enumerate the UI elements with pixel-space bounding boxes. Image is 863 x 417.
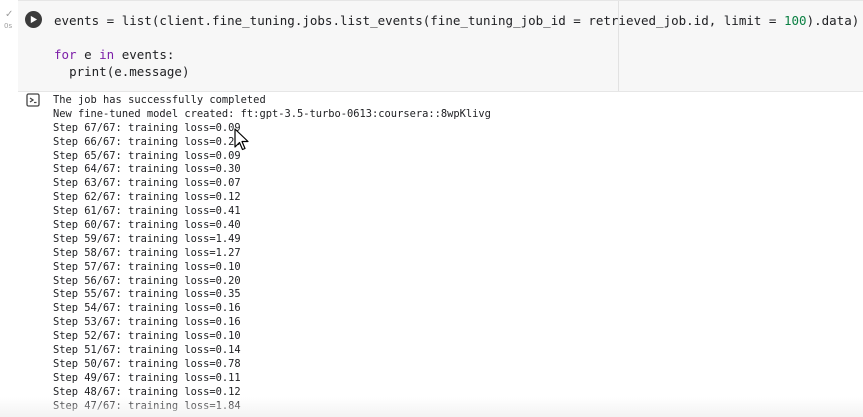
output-line: Step 55/67: training loss=0.35	[53, 288, 241, 301]
output-line: Step 54/67: training loss=0.16	[53, 302, 241, 315]
output-line: Step 66/67: training loss=0.24	[53, 135, 241, 148]
output-line: The job has successfully completed	[53, 94, 266, 106]
output-line: Step 59/67: training loss=1.49	[53, 232, 241, 245]
mouse-cursor-icon	[234, 128, 249, 151]
output-line: Step 58/67: training loss=1.27	[53, 246, 241, 259]
run-cell-button[interactable]	[25, 11, 42, 28]
cell-output: The job has successfully completed New fi…	[53, 94, 853, 413]
output-line: Step 49/67: training loss=0.11	[53, 371, 241, 384]
output-line: Step 67/67: training loss=0.09	[53, 121, 241, 134]
output-line: Step 61/67: training loss=0.41	[53, 205, 241, 218]
code-editor[interactable]: events = list(client.fine_tuning.jobs.li…	[54, 12, 859, 80]
output-icon[interactable]	[26, 93, 40, 107]
output-line: Step 52/67: training loss=0.10	[53, 330, 241, 343]
output-line: Step 65/67: training loss=0.09	[53, 149, 241, 162]
cell-gutter: ✓ 0s	[0, 0, 18, 417]
output-line: Step 51/67: training loss=0.14	[53, 344, 241, 357]
code-line-3: print(e.message)	[69, 64, 190, 79]
output-line: Step 60/67: training loss=0.40	[53, 219, 241, 232]
output-line: Step 50/67: training loss=0.78	[53, 357, 241, 370]
output-line: Step 64/67: training loss=0.30	[53, 163, 241, 176]
bottom-fade	[0, 397, 863, 417]
code-line-2: for e in events:	[54, 47, 175, 62]
output-line: Step 53/67: training loss=0.16	[53, 316, 241, 329]
output-line: Step 63/67: training loss=0.07	[53, 177, 241, 190]
execution-time: 0s	[4, 22, 13, 30]
code-line-1: events = list(client.fine_tuning.jobs.li…	[54, 13, 860, 28]
output-line: New fine-tuned model created: ft:gpt-3.5…	[53, 107, 491, 120]
output-line: Step 62/67: training loss=0.12	[53, 191, 241, 204]
output-line: Step 57/67: training loss=0.10	[53, 260, 241, 273]
play-icon	[30, 15, 38, 24]
code-cell[interactable]: events = list(client.fine_tuning.jobs.li…	[18, 0, 863, 92]
output-line: Step 56/67: training loss=0.20	[53, 274, 241, 287]
check-icon: ✓	[5, 9, 14, 20]
